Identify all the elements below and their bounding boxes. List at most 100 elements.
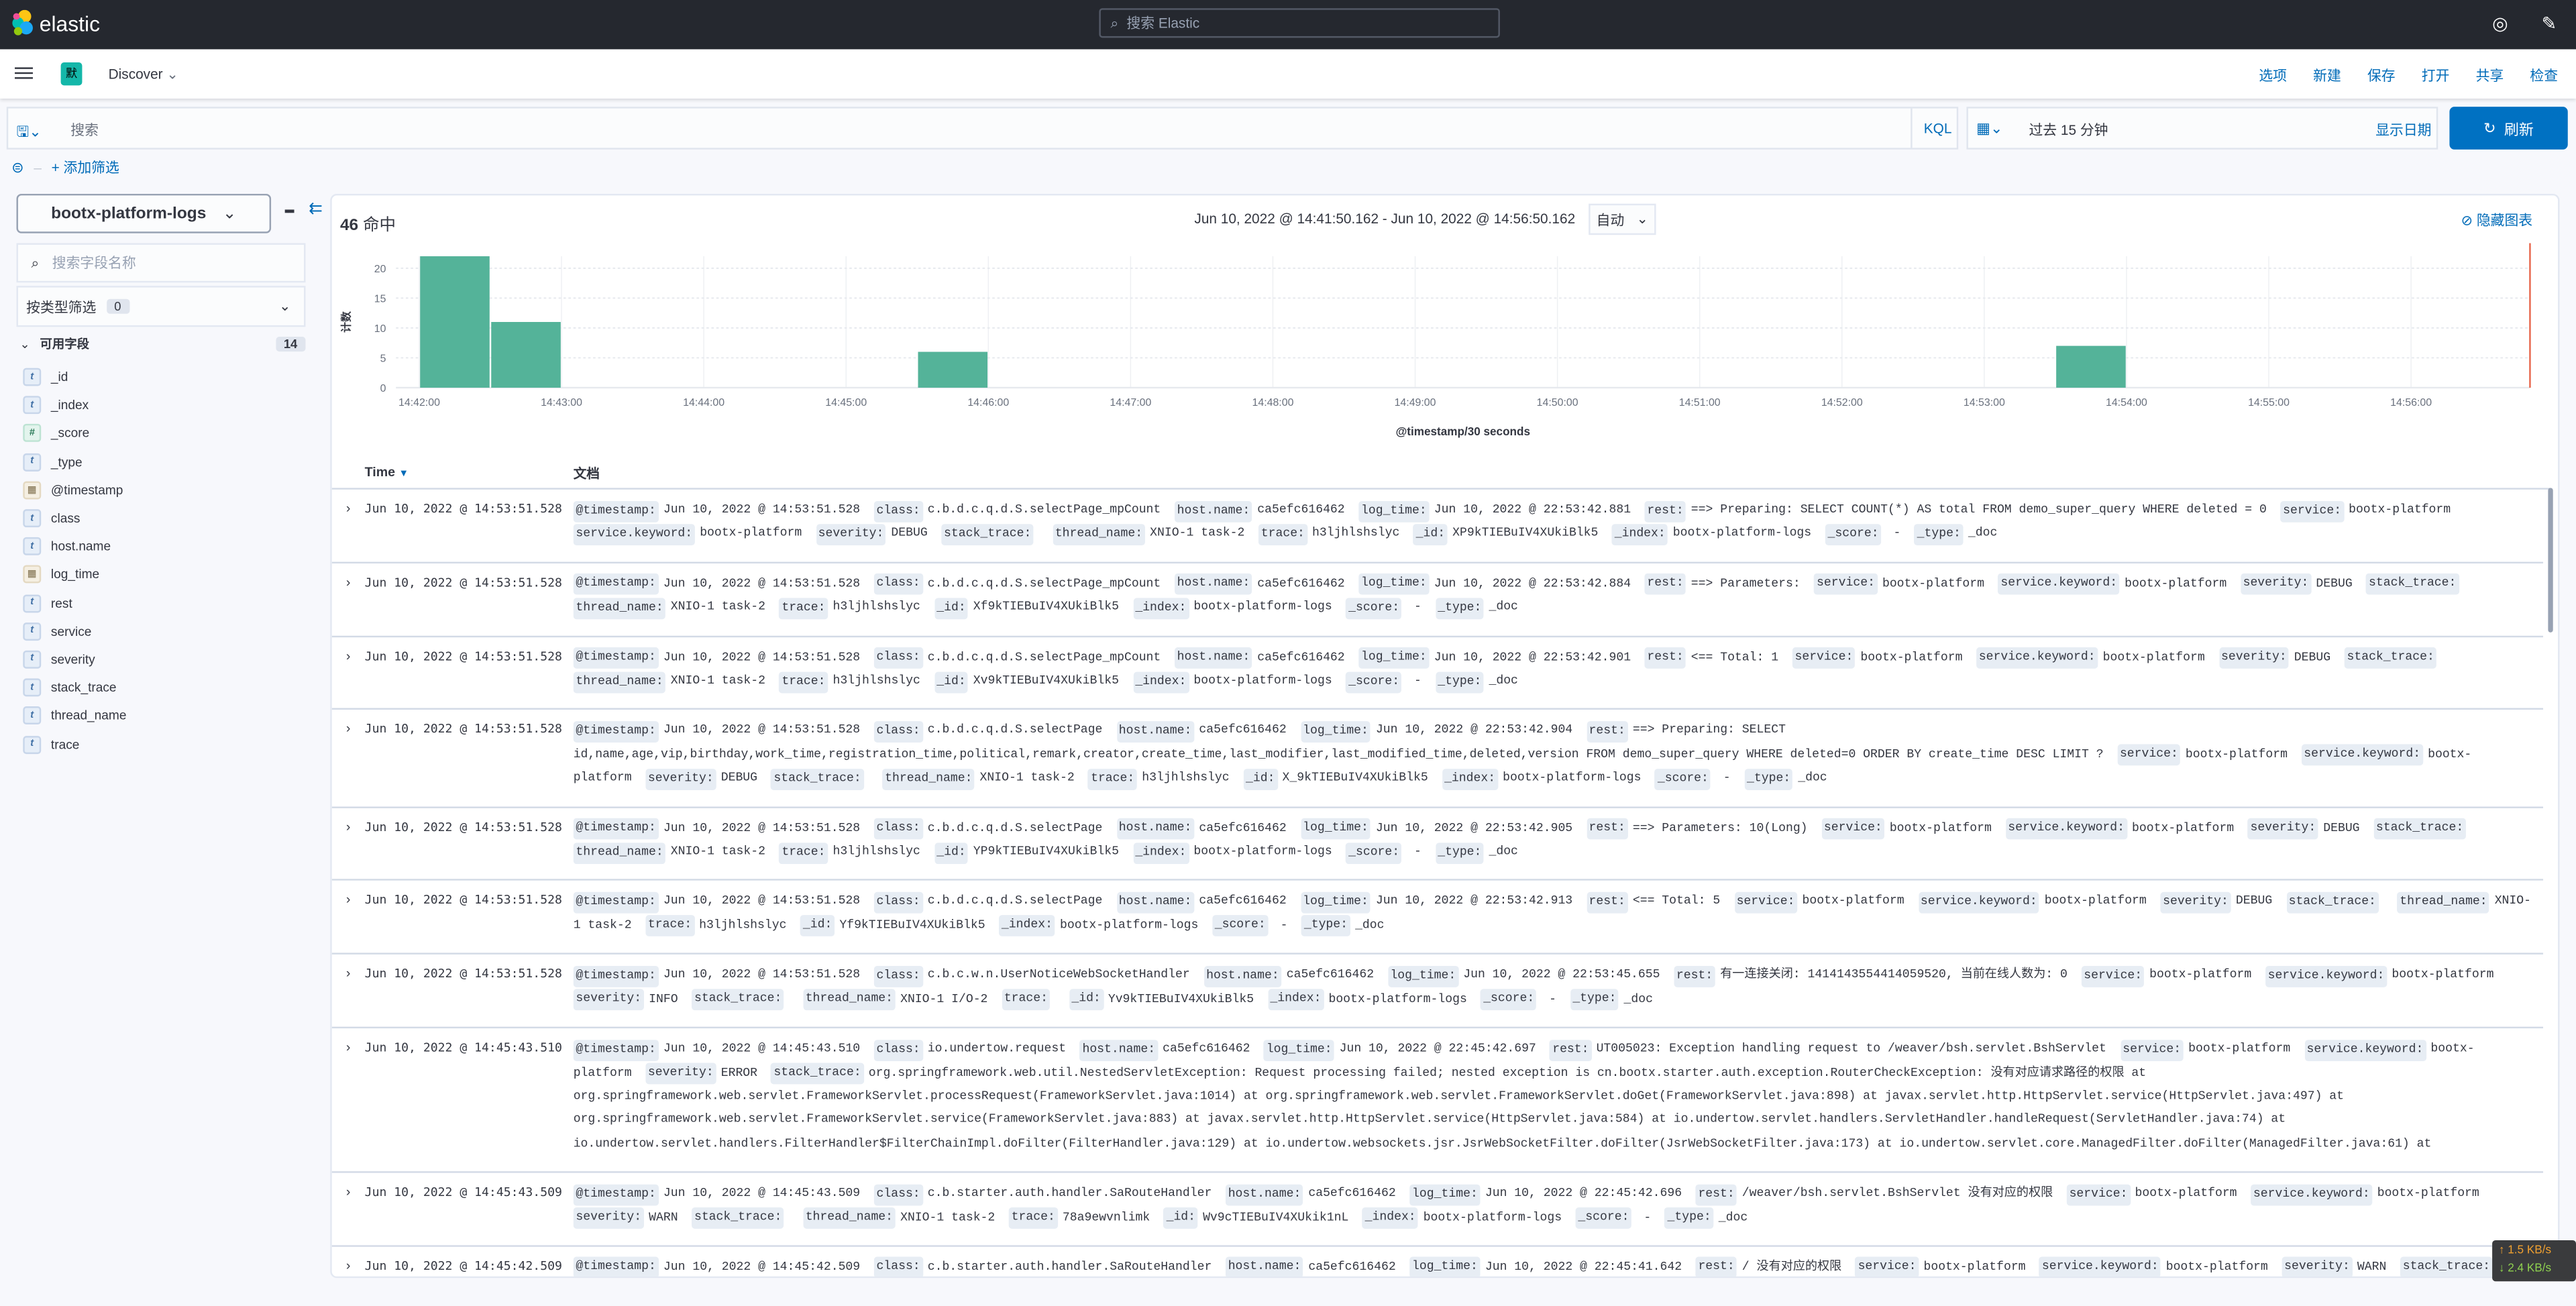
expand-row-icon[interactable]: › <box>332 818 365 865</box>
string-type-icon: t <box>23 622 42 641</box>
field-key: service.keyword: <box>2039 1257 2161 1276</box>
field-value: h3ljhlshslyc <box>1311 528 1400 541</box>
field-key: thread_name: <box>2397 891 2490 914</box>
options-link[interactable]: 选项 <box>2259 66 2287 85</box>
search-icon: ⌕ <box>31 254 40 270</box>
saved-query-icon[interactable]: 🖫⌄ <box>16 120 41 146</box>
expand-row-icon[interactable]: › <box>332 573 365 620</box>
show-dates-link[interactable]: 显示日期 <box>2375 120 2431 140</box>
field-key: host.name: <box>1226 1183 1303 1205</box>
table-row[interactable]: › Jun 10, 2022 @ 14:45:43.510 @timestamp: J… <box>331 1028 2544 1173</box>
field-key: _index: <box>1132 671 1189 693</box>
expand-row-icon[interactable]: › <box>332 647 365 694</box>
field-item-type[interactable]: t _type <box>23 448 302 476</box>
table-row[interactable]: › Jun 10, 2022 @ 14:53:51.528 @timestamp: J… <box>331 808 2544 881</box>
expand-row-icon[interactable]: › <box>332 499 365 547</box>
filter-by-type-label: 按类型筛选 <box>26 298 97 315</box>
row-document: @timestamp: Jun 10, 2022 @ 14:45:42.509 c… <box>573 1256 2535 1276</box>
x-tick-label: 14:53:00 <box>1964 397 2005 409</box>
global-search-input[interactable]: ⌕ 搜索 Elastic <box>1099 8 1500 38</box>
field-item-severity[interactable]: t severity <box>23 645 302 673</box>
field-key: _score: <box>1346 597 1402 619</box>
field-item-stacktrace[interactable]: t stack_trace <box>23 673 302 702</box>
table-row[interactable]: › Jun 10, 2022 @ 14:53:51.528 @timestamp: J… <box>331 955 2544 1029</box>
new-link[interactable]: 新建 <box>2313 66 2341 85</box>
field-item-id[interactable]: t _id <box>23 363 302 391</box>
field-item-score[interactable]: # _score <box>23 419 302 447</box>
refresh-button[interactable]: ↻ 刷新 <box>2449 107 2568 150</box>
news-feed-icon[interactable]: ✎ <box>2542 13 2557 34</box>
field-value: - <box>1886 528 1909 541</box>
field-item-rest[interactable]: t rest <box>23 589 302 617</box>
row-document: @timestamp: Jun 10, 2022 @ 14:53:51.528 c… <box>573 891 2535 938</box>
time-column-label: Time <box>364 465 396 480</box>
field-search-input[interactable]: ⌕ 搜索字段名称 <box>16 243 306 283</box>
expand-row-icon[interactable]: › <box>332 1256 365 1276</box>
field-item-trace[interactable]: t trace <box>23 730 302 758</box>
help-icon[interactable]: ◎ <box>2492 13 2508 34</box>
expand-row-icon[interactable]: › <box>332 720 365 792</box>
field-item-index[interactable]: t _index <box>23 391 302 419</box>
field-key: thread_name: <box>803 1207 896 1229</box>
field-value: ==> Parameters: 10(Long) <box>1632 822 1808 836</box>
open-link[interactable]: 打开 <box>2422 66 2450 85</box>
field-item-threadname[interactable]: t thread_name <box>23 702 302 730</box>
breadcrumb-discover[interactable]: Discover <box>109 66 163 82</box>
field-key: @timestamp: <box>573 1039 659 1061</box>
filter-menu-icon[interactable]: ⊜ <box>11 158 23 176</box>
field-item-service[interactable]: t service <box>23 617 302 645</box>
add-filter-button[interactable]: + 添加筛选 <box>52 158 119 177</box>
field-item-logtime[interactable]: ▦ log_time <box>23 561 302 589</box>
table-row[interactable]: › Jun 10, 2022 @ 14:53:51.528 @timestamp: J… <box>331 563 2544 637</box>
table-row[interactable]: › Jun 10, 2022 @ 14:53:51.528 @timestamp: J… <box>331 710 2544 808</box>
field-value: DEBUG <box>2235 895 2273 910</box>
field-item-class[interactable]: t class <box>23 504 302 533</box>
histogram-bar <box>918 351 988 388</box>
table-row[interactable]: › Jun 10, 2022 @ 14:53:51.528 @timestamp: J… <box>331 881 2544 955</box>
field-value: c.b.d.c.q.d.S.selectPage_mpCount <box>927 578 1161 592</box>
field-value: - <box>1636 1211 1659 1225</box>
histogram-bar <box>491 322 561 388</box>
expand-row-icon[interactable]: › <box>332 965 365 1012</box>
expand-row-icon[interactable]: › <box>332 1183 365 1230</box>
calendar-icon[interactable]: ▦⌄ <box>1976 120 2002 138</box>
table-row[interactable]: › Jun 10, 2022 @ 14:53:51.528 @timestamp: J… <box>331 637 2544 711</box>
field-item-hostname[interactable]: t host.name <box>23 533 302 561</box>
share-link[interactable]: 共享 <box>2476 66 2504 85</box>
table-scrollbar[interactable] <box>2548 488 2553 633</box>
more-options-icon[interactable]: ▪▪▪ <box>284 204 295 219</box>
results-panel: 46 命中 Jun 10, 2022 @ 14:41:50.162 - Jun … <box>330 193 2560 1278</box>
filter-by-type-button[interactable]: 按类型筛选 0 ⌄ <box>16 286 306 327</box>
filter-bar: ⊜ – + 添加筛选 <box>11 158 119 177</box>
field-key: _type: <box>1744 768 1793 790</box>
field-key: _type: <box>1301 916 1350 937</box>
save-link[interactable]: 保存 <box>2367 66 2396 85</box>
time-picker[interactable]: ▦⌄ 过去 15 分钟 显示日期 <box>1966 107 2438 150</box>
field-value: ca5efc616462 <box>1199 822 1287 836</box>
elastic-logo[interactable]: elastic <box>11 9 100 36</box>
time-range-value[interactable]: 过去 15 分钟 <box>2029 120 2108 140</box>
field-value: h3ljhlshslyc <box>833 601 920 615</box>
expand-row-icon[interactable]: › <box>332 891 365 938</box>
table-row[interactable]: › Jun 10, 2022 @ 14:45:42.509 @timestamp: J… <box>332 1247 2543 1276</box>
space-avatar[interactable]: 默 <box>60 62 83 86</box>
inspect-link[interactable]: 检查 <box>2530 66 2558 85</box>
sort-desc-icon[interactable]: ▼ <box>399 470 409 480</box>
index-pattern-selector[interactable]: bootx-platform-logs ⌄ <box>16 193 272 233</box>
expand-row-icon[interactable]: › <box>332 1038 365 1156</box>
table-row[interactable]: › Jun 10, 2022 @ 14:45:43.509 @timestamp: J… <box>331 1173 2544 1247</box>
breadcrumb[interactable]: Discover ⌄ <box>109 66 178 84</box>
available-fields-header[interactable]: ⌄ 可用字段 14 <box>19 335 306 353</box>
field-key: log_time: <box>1409 1257 1481 1276</box>
query-input[interactable]: 搜索 <box>70 120 99 140</box>
field-value: Jun 10, 2022 @ 14:53:51.528 <box>663 725 861 739</box>
menu-toggle-icon[interactable] <box>15 64 33 83</box>
y-tick-label: 0 <box>380 383 386 394</box>
column-header-time[interactable]: Time ▼ <box>365 465 409 480</box>
field-item-timestamp[interactable]: ▦ @timestamp <box>23 476 302 504</box>
kql-toggle[interactable]: KQL <box>1924 120 1952 136</box>
table-row[interactable]: › Jun 10, 2022 @ 14:53:51.528 @timestamp: J… <box>331 490 2544 563</box>
field-key: severity: <box>2240 574 2312 596</box>
collapse-sidebar-icon[interactable]: ⇇ <box>309 201 323 219</box>
field-value: bootx-platform <box>1923 1261 2026 1275</box>
